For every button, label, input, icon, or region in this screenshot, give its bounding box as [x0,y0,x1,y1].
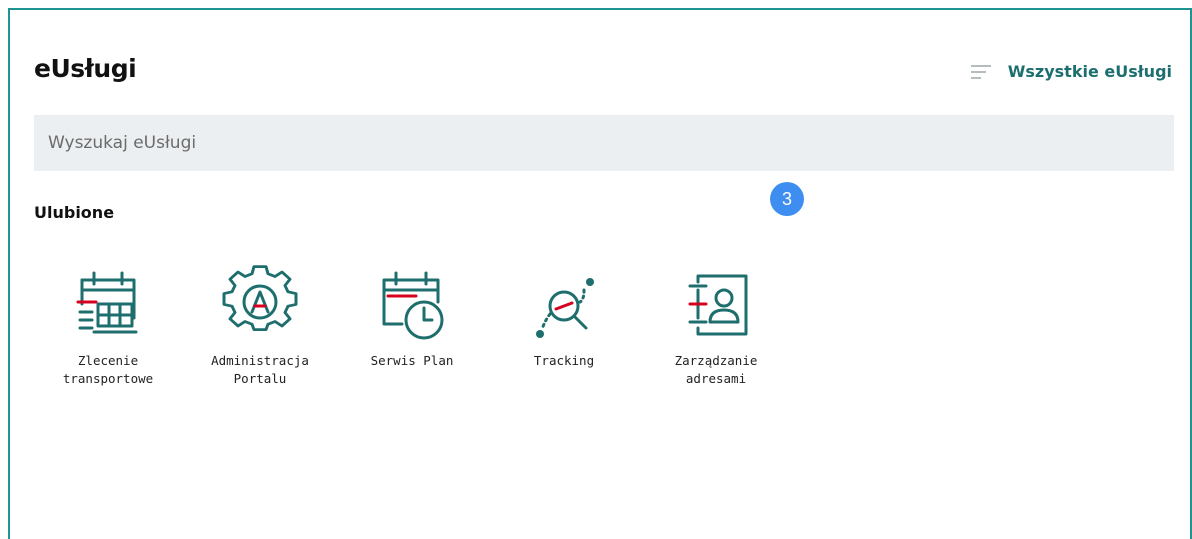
favorite-tile-address-management[interactable]: Zarządzanie adresami [658,260,774,388]
notification-badge: 3 [770,182,804,216]
favorites-heading: Ulubione [34,203,115,222]
favorite-tile-tracking[interactable]: Tracking [506,260,622,388]
favorite-tile-label: Administracja Portalu [211,353,309,386]
all-services-label: Wszystkie eUsługi [1007,62,1172,81]
favorite-tile-label: Zlecenie transportowe [62,353,154,386]
tracking-icon [536,278,594,338]
all-services-link[interactable]: Wszystkie eUsługi [970,62,1172,82]
favorite-tile-label: Tracking [533,353,595,368]
favorite-tile-portal-admin[interactable]: Administracja Portalu [202,260,318,388]
service-plan-icon [382,271,444,340]
favorite-tile-label: Zarządzanie adresami [674,353,758,386]
address-management-icon [688,274,748,336]
transport-order-icon [76,271,138,334]
eservices-panel: eUsługi Wszystkie eUsługi Ulubione [8,8,1192,539]
search-input[interactable] [34,115,1174,171]
menu-lines-icon [970,65,991,79]
portal-admin-icon [222,265,298,331]
favorite-tile-transport-order[interactable]: Zlecenie transportowe [50,260,166,388]
favorites-list: Zlecenie transportowe Administracja Portal… [50,260,810,388]
page-title: eUsługi [34,54,137,83]
favorite-tile-label: Serwis Plan [370,353,454,368]
favorite-tile-service-plan[interactable]: Serwis Plan [354,260,470,388]
